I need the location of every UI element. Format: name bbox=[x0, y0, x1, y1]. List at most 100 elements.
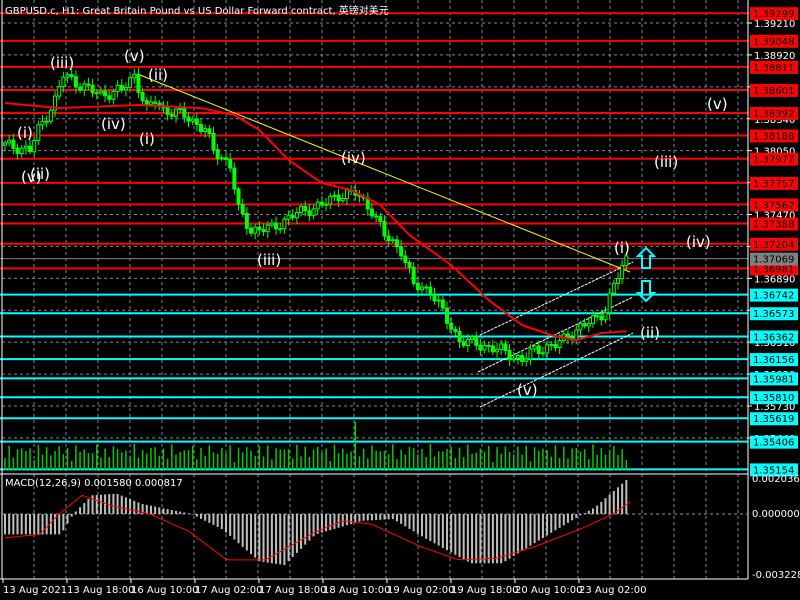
candle-body bbox=[36, 124, 41, 142]
support-label: 1.36156 bbox=[753, 355, 794, 366]
candle-body bbox=[282, 218, 287, 230]
candle-body bbox=[278, 228, 283, 231]
candle-body bbox=[136, 73, 141, 93]
price-tick-label: 1.36890 bbox=[754, 274, 795, 285]
candle-body bbox=[119, 84, 124, 91]
time-tick-label: 20 Aug 10:00 bbox=[515, 585, 582, 596]
candle-body bbox=[582, 323, 587, 327]
candle-body bbox=[274, 222, 279, 230]
candle-body bbox=[224, 157, 229, 160]
support-label: 1.36362 bbox=[753, 332, 794, 343]
candle-body bbox=[15, 147, 20, 155]
time-tick-label: 13 Aug 18:00 bbox=[67, 585, 134, 596]
candle-body bbox=[244, 213, 249, 229]
candle-body bbox=[490, 345, 495, 353]
candle-body bbox=[390, 239, 395, 242]
time-tick-label: 16 Aug 10:00 bbox=[131, 585, 198, 596]
support-label: 1.36742 bbox=[753, 291, 794, 302]
support-label: 1.36573 bbox=[753, 309, 794, 320]
candle-body bbox=[261, 229, 266, 233]
candle-body bbox=[369, 208, 374, 217]
macd-tick-label: 0.000000 bbox=[752, 509, 800, 520]
candle-body bbox=[344, 189, 349, 200]
candle-body bbox=[382, 220, 387, 237]
candle-body bbox=[540, 352, 545, 355]
candle-body bbox=[186, 116, 191, 122]
time-axis[interactable]: 13 Aug 2021 13 Aug 18:0016 Aug 10:0017 Au… bbox=[2, 579, 646, 596]
candle-body bbox=[332, 194, 337, 197]
candle-body bbox=[470, 336, 475, 341]
resistance-label: 1.37388 bbox=[753, 220, 794, 231]
candle-body bbox=[465, 339, 470, 346]
time-tick-label: 17 Aug 18:00 bbox=[259, 585, 326, 596]
candle-body bbox=[611, 282, 616, 294]
wave-label: (iv) bbox=[101, 115, 126, 133]
candle-body bbox=[374, 215, 379, 218]
support-label: 1.35810 bbox=[753, 393, 794, 404]
time-tick-label: 18 Aug 10:00 bbox=[323, 585, 390, 596]
price-tick-label: 1.39210 bbox=[754, 19, 795, 30]
candle-body bbox=[73, 76, 78, 88]
resistance-label: 1.38392 bbox=[753, 109, 794, 120]
price-tick-label: 1.38920 bbox=[754, 51, 795, 62]
candle-body bbox=[624, 255, 629, 267]
candle-body bbox=[165, 107, 170, 115]
candle-body bbox=[65, 74, 70, 78]
candle-body bbox=[290, 215, 295, 219]
candle-body bbox=[311, 208, 316, 217]
resistance-label: 1.39299 bbox=[753, 9, 794, 20]
candle-body bbox=[520, 354, 525, 362]
candle-body bbox=[486, 344, 491, 347]
candle-body bbox=[48, 109, 53, 122]
candle-body bbox=[82, 83, 87, 91]
wave-label: (ii) bbox=[30, 165, 50, 183]
wave-label: (i) bbox=[139, 130, 155, 148]
candle-body bbox=[432, 293, 437, 302]
trend-line[interactable] bbox=[139, 74, 631, 273]
candle-body bbox=[169, 113, 174, 117]
candle-body bbox=[528, 348, 533, 360]
candle-body bbox=[536, 345, 541, 355]
price-chart[interactable]: (i) (v) (ii) (iii) (v) (ii) (iv) (i) (ii… bbox=[0, 0, 800, 600]
candle-body bbox=[207, 128, 212, 134]
wave-label: (i) bbox=[17, 124, 33, 142]
wave-label: (v) bbox=[124, 47, 145, 65]
candle-body bbox=[28, 145, 33, 153]
current-price-label: 1.37069 bbox=[753, 255, 794, 266]
candle-body bbox=[57, 86, 62, 97]
candle-body bbox=[532, 345, 537, 350]
candle-body bbox=[407, 261, 412, 268]
resistance-label: 1.38811 bbox=[753, 63, 794, 74]
candle-body bbox=[203, 128, 208, 133]
candle-body bbox=[253, 226, 258, 234]
candle-body bbox=[78, 86, 83, 91]
down-arrow-icon bbox=[635, 280, 657, 303]
candle-body bbox=[190, 118, 195, 122]
candle-body bbox=[319, 201, 324, 206]
candle-body bbox=[19, 147, 24, 155]
time-tick-label: 13 Aug 2021 bbox=[3, 585, 67, 596]
resistance-label: 1.39048 bbox=[753, 37, 794, 48]
candle-body bbox=[453, 328, 458, 332]
candle-body bbox=[590, 315, 595, 325]
candle-body bbox=[436, 299, 441, 302]
time-tick-label: 17 Aug 02:00 bbox=[195, 585, 262, 596]
candle-body bbox=[236, 188, 241, 205]
candle-body bbox=[98, 90, 103, 94]
candle-body bbox=[173, 108, 178, 117]
candle-body bbox=[603, 312, 608, 321]
candle-body bbox=[499, 343, 504, 350]
candle-body bbox=[503, 343, 508, 351]
candle-body bbox=[7, 139, 12, 144]
candle-body bbox=[482, 344, 487, 351]
candle-body bbox=[40, 120, 45, 126]
time-tick-label: 23 Aug 02:00 bbox=[579, 585, 646, 596]
candle-body bbox=[507, 349, 512, 361]
candle-body bbox=[115, 84, 120, 92]
candle-body bbox=[324, 203, 329, 206]
resistance-label: 1.37562 bbox=[753, 200, 794, 211]
candle-body bbox=[94, 92, 99, 95]
support-label: 1.35619 bbox=[753, 414, 794, 425]
resistance-label: 1.37204 bbox=[753, 240, 794, 251]
candle-body bbox=[307, 210, 312, 217]
